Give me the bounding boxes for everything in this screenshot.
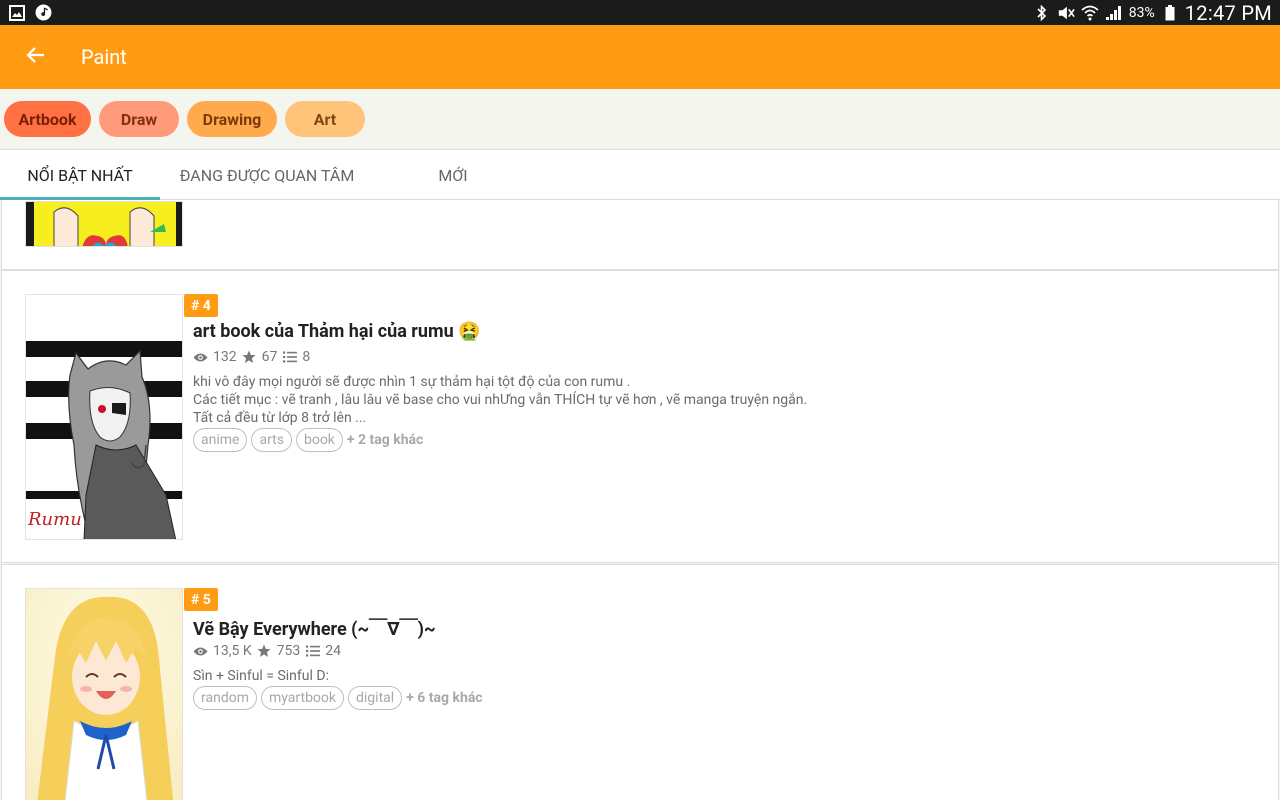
- story-title-text: Vẽ Bậy Everywhere (~￣∇￣)~: [193, 619, 436, 640]
- chip-art[interactable]: Art: [285, 101, 365, 137]
- music-icon: [34, 4, 52, 22]
- mute-icon: [1057, 4, 1075, 22]
- chip-draw[interactable]: Draw: [99, 101, 179, 137]
- tag-random[interactable]: random: [193, 686, 257, 710]
- story-stats: 132 67 8: [193, 349, 310, 365]
- votes-count: 67: [261, 349, 278, 365]
- story-card[interactable]: Rumu # 4 art book của Thảm hại của rumu …: [1, 270, 1279, 563]
- views-count: 132: [213, 349, 237, 365]
- rank-badge: # 4: [184, 294, 218, 317]
- eye-icon: [193, 644, 208, 659]
- app-bar: Paint: [0, 25, 1280, 89]
- parts-count: 8: [302, 349, 311, 365]
- story-description: khi vô đây mọi người sẽ được nhìn 1 sự t…: [193, 373, 1253, 427]
- tab-trending[interactable]: ĐANG ĐƯỢC QUAN TÂM: [160, 150, 374, 200]
- related-tags-row: Artbook Draw Drawing Art: [0, 89, 1280, 150]
- arrow-left-icon: [26, 45, 46, 69]
- signal-icon: [1105, 4, 1123, 22]
- story-stats: 13,5 K 753 24: [193, 643, 341, 659]
- sort-tabs: NỔI BẬT NHẤT ĐANG ĐƯỢC QUAN TÂM MỚI: [0, 150, 1280, 200]
- list-icon: [305, 644, 320, 659]
- list-icon: [282, 350, 297, 365]
- tag-book[interactable]: book: [295, 428, 343, 452]
- tag-digital[interactable]: digital: [348, 686, 403, 710]
- back-button[interactable]: [0, 25, 72, 89]
- tab-hottest[interactable]: NỔI BẬT NHẤT: [0, 150, 160, 200]
- story-card[interactable]: # 5 Vẽ Bậy Everywhere (~￣∇￣)~ 13,5 K 753…: [1, 564, 1279, 800]
- story-cover[interactable]: Rumu: [25, 294, 183, 540]
- story-tags: random myartbook digital + 6 tag khác: [193, 686, 483, 710]
- votes-count: 753: [276, 643, 301, 659]
- description-line: Các tiết mục : vẽ tranh , lâu lâu vẽ bas…: [193, 392, 808, 408]
- chip-artbook[interactable]: Artbook: [4, 101, 91, 137]
- eye-icon: [193, 350, 208, 365]
- views-count: 13,5 K: [213, 643, 252, 659]
- more-tags-link[interactable]: + 6 tag khác: [406, 690, 482, 706]
- tag-anime[interactable]: anime: [193, 428, 248, 452]
- chip-drawing[interactable]: Drawing: [187, 101, 277, 137]
- tab-new[interactable]: MỚI: [374, 150, 532, 200]
- more-tags-link[interactable]: + 2 tag khác: [347, 432, 423, 448]
- story-title-text: art book của Thảm hại của rumu: [193, 321, 454, 342]
- battery-icon: [1161, 4, 1179, 22]
- status-right-icons: 83% 12:47 PM: [1033, 1, 1272, 25]
- page-title: Paint: [81, 45, 127, 69]
- status-bar: 83% 12:47 PM: [0, 0, 1280, 25]
- wifi-icon: [1081, 4, 1099, 22]
- story-tags: anime arts book + 2 tag khác: [193, 428, 423, 452]
- parts-count: 24: [325, 643, 341, 659]
- tag-arts[interactable]: arts: [251, 428, 292, 452]
- star-icon: [242, 350, 257, 365]
- status-left-icons: [8, 4, 52, 22]
- story-description: Sìn + Sinful = Sinful D:: [193, 667, 1253, 685]
- story-title-emoji: 🤮: [458, 321, 481, 342]
- description-line: Sìn + Sinful = Sinful D:: [193, 668, 329, 684]
- rank-badge: # 5: [184, 588, 218, 611]
- story-title[interactable]: art book của Thảm hại của rumu 🤮: [193, 321, 481, 342]
- bluetooth-icon: [1033, 4, 1051, 22]
- story-cover[interactable]: [25, 588, 183, 800]
- description-line: khi vô đây mọi người sẽ được nhìn 1 sự t…: [193, 374, 631, 390]
- cover-signature: Rumu: [28, 509, 82, 530]
- status-time: 12:47 PM: [1184, 0, 1272, 25]
- star-icon: [257, 644, 272, 659]
- battery-percent: 83%: [1128, 4, 1155, 21]
- gallery-icon: [8, 4, 26, 22]
- description-line: Tất cả đều từ lớp 8 trở lên ...: [193, 410, 367, 426]
- story-cover[interactable]: [25, 201, 183, 247]
- story-card[interactable]: [1, 200, 1279, 270]
- story-title[interactable]: Vẽ Bậy Everywhere (~￣∇￣)~: [193, 615, 436, 641]
- story-list[interactable]: Rumu # 4 art book của Thảm hại của rumu …: [0, 200, 1280, 800]
- tag-myartbook[interactable]: myartbook: [260, 686, 344, 710]
